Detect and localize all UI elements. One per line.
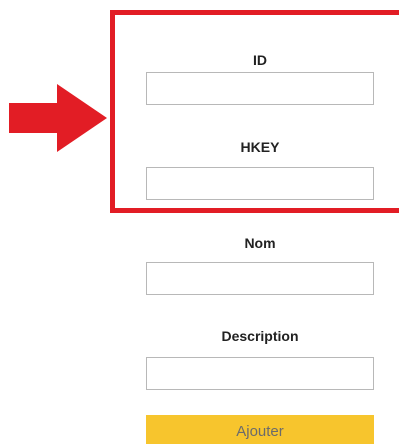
id-label: ID	[253, 52, 267, 68]
form-page: ID HKEY Nom Description Ajouter	[0, 0, 399, 444]
description-label: Description	[221, 328, 299, 344]
hkey-field[interactable]	[146, 167, 374, 200]
hkey-label: HKEY	[240, 139, 280, 155]
description-field[interactable]	[146, 357, 374, 390]
right-arrow-icon	[9, 84, 107, 152]
nom-field[interactable]	[146, 262, 374, 295]
id-field[interactable]	[146, 72, 374, 105]
add-button[interactable]: Ajouter	[146, 415, 374, 444]
nom-label: Nom	[244, 235, 276, 251]
